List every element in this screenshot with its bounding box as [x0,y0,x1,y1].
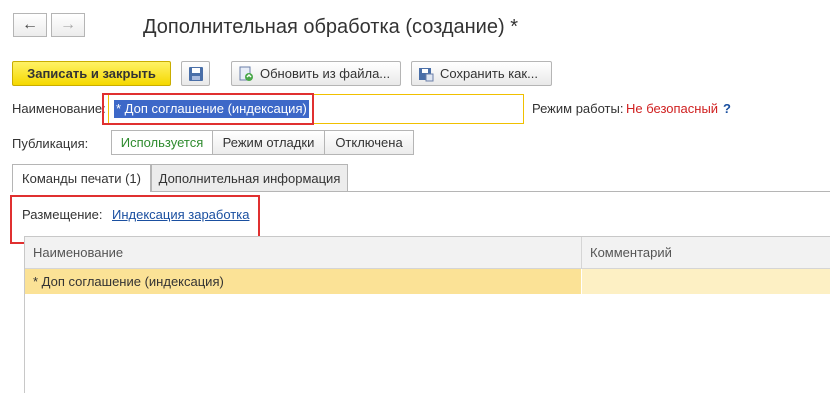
tab-additional-info[interactable]: Дополнительная информация [151,164,348,191]
print-commands-table: Наименование Комментарий * Доп соглашени… [24,236,830,393]
tab-additional-info-label: Дополнительная информация [158,170,341,186]
save-as-label: Сохранить как... [440,66,538,81]
floppy-disk-icon [188,66,203,81]
column-header-comment[interactable]: Комментарий [590,245,672,260]
update-file-icon [238,66,254,82]
publication-label: Публикация: [12,136,89,151]
tab-print-commands[interactable]: Команды печати (1) [12,164,151,192]
mode-label: Режим работы: [532,101,624,116]
publication-option-disabled[interactable]: Отключена [324,130,414,155]
publication-option-used-label: Используется [120,135,204,150]
publication-option-disabled-label: Отключена [335,135,403,150]
table-header: Наименование Комментарий [25,237,830,269]
arrow-right-icon: → [60,16,76,33]
back-button[interactable]: ← [13,13,47,37]
window-title: Дополнительная обработка (создание) * [143,16,518,38]
highlight-box-name [102,93,314,125]
update-from-file-button[interactable]: Обновить из файла... [231,61,401,86]
name-label: Наименование: [12,101,106,116]
publication-option-debug-label: Режим отладки [222,135,315,150]
save-as-button[interactable]: Сохранить как... [411,61,552,86]
save-as-icon [418,66,434,82]
table-cell-comment [582,269,830,294]
mode-help-link[interactable]: ? [723,101,731,116]
publication-option-used[interactable]: Используется [111,130,213,155]
save-and-close-label: Записать и закрыть [27,66,156,81]
save-and-close-button[interactable]: Записать и закрыть [12,61,171,86]
save-button[interactable] [181,61,210,86]
table-cell-name-text: * Доп соглашение (индексация) [33,274,224,289]
forward-button[interactable]: → [51,13,85,37]
column-header-name[interactable]: Наименование [33,245,123,260]
table-cell-name: * Доп соглашение (индексация) [25,269,581,294]
mode-value: Не безопасный [626,101,719,116]
publication-option-debug[interactable]: Режим отладки [212,130,325,155]
table-row[interactable]: * Доп соглашение (индексация) [25,269,830,294]
column-divider [581,237,582,268]
arrow-left-icon: ← [22,16,38,33]
tab-print-commands-label: Команды печати (1) [22,171,141,186]
update-from-file-label: Обновить из файла... [260,66,391,81]
